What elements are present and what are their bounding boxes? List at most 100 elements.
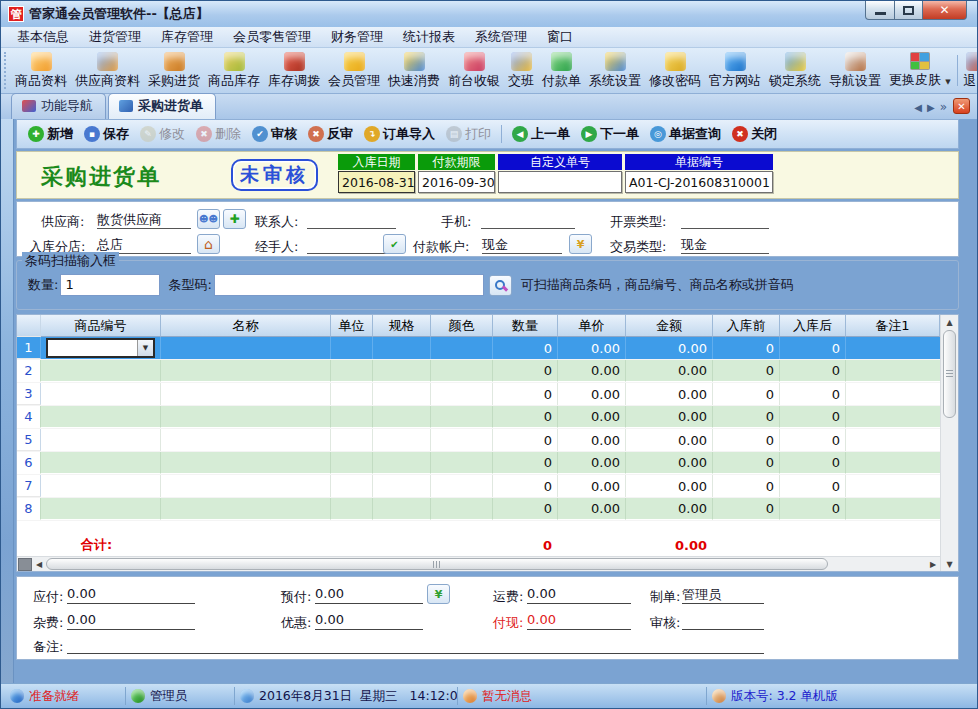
menu-系统管理[interactable]: 系统管理 — [465, 26, 537, 48]
toolbar-商品资料[interactable]: 商品资料 — [11, 49, 71, 92]
minimize-button[interactable] — [865, 1, 895, 20]
toolbar-快速消费[interactable]: 快速消费 — [384, 49, 444, 92]
toolbar-锁定系统[interactable]: 锁定系统 — [765, 49, 825, 92]
toolbar-退出[interactable]: 退出 — [960, 49, 977, 92]
scroll-right-icon[interactable]: ▶ — [926, 560, 940, 569]
invoice-type-field[interactable] — [681, 211, 769, 229]
grid-hscrollbar[interactable]: ◀ ▶ — [17, 556, 940, 571]
action-订单导入[interactable]: ↴订单导入 — [359, 122, 440, 146]
tab-close-button[interactable]: ✕ — [953, 98, 970, 114]
toolbar-更换皮肤[interactable]: 更换皮肤 ▼ — [885, 49, 955, 92]
doc-field-value[interactable]: A01-CJ-201608310001 — [625, 171, 773, 193]
qty-input[interactable]: 1 — [60, 274, 160, 296]
action-删除[interactable]: ✖删除 — [191, 122, 246, 146]
doc-field-value[interactable] — [498, 171, 622, 193]
scroll-left-icon[interactable]: ◀ — [32, 560, 46, 569]
grid-row-7[interactable]: 700.000.0000 — [17, 475, 940, 498]
grid-row-5[interactable]: 500.000.0000 — [17, 429, 940, 452]
doc-field-value[interactable]: 2016-08-31 — [338, 171, 415, 193]
grid-col-商品编号[interactable]: 商品编号 — [41, 315, 161, 337]
handler-select-button[interactable]: ✔ — [383, 234, 406, 254]
grid-row-6[interactable]: 600.000.0000 — [17, 452, 940, 475]
grid-col-名称[interactable]: 名称 — [161, 315, 331, 337]
grid-row-3[interactable]: 300.000.0000 — [17, 383, 940, 406]
action-上一单[interactable]: ◀上一单 — [507, 122, 575, 146]
toolbar-系统设置[interactable]: 系统设置 — [585, 49, 645, 92]
doc-field-value[interactable]: 2016-09-30 — [418, 171, 495, 193]
grid-col-单位[interactable]: 单位 — [331, 315, 373, 337]
toolbar-交班[interactable]: 交班 — [504, 49, 538, 92]
account-select-button[interactable]: ¥ — [569, 234, 592, 254]
menu-库存管理[interactable]: 库存管理 — [151, 26, 223, 48]
action-打印[interactable]: ▤打印 — [441, 122, 496, 146]
freight-value[interactable]: 0.00 — [527, 586, 631, 604]
tab-采购进货单[interactable]: 采购进货单 — [108, 93, 216, 119]
grid-col-入库前[interactable]: 入库前 — [713, 315, 780, 337]
menu-基本信息[interactable]: 基本信息 — [7, 26, 79, 48]
tab-scroll-right-icon[interactable]: ▶ — [927, 102, 935, 113]
close-button[interactable]: ✕ — [923, 1, 967, 20]
chevron-down-icon[interactable]: ▼ — [137, 340, 153, 356]
grid-col-金额[interactable]: 金额 — [626, 315, 713, 337]
remark-value[interactable] — [67, 636, 764, 654]
barcode-input[interactable] — [214, 274, 484, 296]
contact-field[interactable] — [307, 211, 396, 229]
supplier-add-button[interactable]: ✚ — [223, 209, 246, 229]
menu-财务管理[interactable]: 财务管理 — [321, 26, 393, 48]
toolbar-官方网站[interactable]: 官方网站 — [705, 49, 765, 92]
toolbar-修改密码[interactable]: 修改密码 — [645, 49, 705, 92]
action-修改[interactable]: ✎修改 — [135, 122, 190, 146]
menu-会员零售管理[interactable]: 会员零售管理 — [223, 26, 321, 48]
action-单据查询[interactable]: ◎单据查询 — [645, 122, 726, 146]
action-关闭[interactable]: ✖关闭 — [727, 122, 782, 146]
scroll-up-icon[interactable]: ▲ — [946, 315, 952, 329]
payable-value[interactable]: 0.00 — [67, 586, 195, 604]
toolbar-导航设置[interactable]: 导航设置 — [825, 49, 885, 92]
action-审核[interactable]: ✔审核 — [247, 122, 302, 146]
tab-more-icon[interactable]: » — [940, 100, 947, 114]
misc-value[interactable]: 0.00 — [67, 612, 195, 630]
tab-功能导航[interactable]: 功能导航 — [11, 93, 106, 119]
prepaid-value[interactable]: 0.00 — [315, 586, 423, 604]
grid-col-数量[interactable]: 数量 — [493, 315, 558, 337]
cash-value[interactable]: 0.00 — [527, 612, 631, 630]
action-保存[interactable]: ▪保存 — [79, 122, 134, 146]
grid-row-4[interactable]: 400.000.0000 — [17, 406, 940, 429]
grid-col-单价[interactable]: 单价 — [558, 315, 626, 337]
account-field[interactable]: 现金 — [482, 236, 562, 254]
store-select-button[interactable]: ⌂ — [197, 234, 220, 254]
toolbar-前台收银[interactable]: 前台收银 — [444, 49, 504, 92]
action-下一单[interactable]: ▶下一单 — [576, 122, 644, 146]
supplier-field[interactable]: 散货供应商 — [97, 211, 191, 229]
grid-col-规格[interactable]: 规格 — [373, 315, 431, 337]
trade-type-field[interactable]: 现金 — [681, 236, 769, 254]
grid-vscrollbar[interactable]: ▲ ▼ — [940, 315, 958, 571]
supplier-select-button[interactable]: ☻☻ — [197, 209, 220, 229]
action-反审[interactable]: ✖反审 — [303, 122, 358, 146]
grid-col-颜色[interactable]: 颜色 — [431, 315, 493, 337]
product-code-combo[interactable]: ▼ — [46, 338, 155, 358]
prepaid-button[interactable]: ¥ — [427, 584, 450, 604]
grid-row-2[interactable]: 200.000.0000 — [17, 360, 940, 383]
toolbar-采购进货[interactable]: 采购进货 — [144, 49, 204, 92]
menu-统计报表[interactable]: 统计报表 — [393, 26, 465, 48]
toolbar-商品库存[interactable]: 商品库存 — [204, 49, 264, 92]
left-splitter[interactable] — [1, 119, 14, 683]
grid-col-入库后[interactable]: 入库后 — [780, 315, 846, 337]
toolbar-会员管理[interactable]: 会员管理 — [324, 49, 384, 92]
grid-row-1[interactable]: 1▼00.000.0000 — [17, 337, 940, 360]
maximize-button[interactable] — [895, 1, 923, 20]
grid-row-8[interactable]: 800.000.0000 — [17, 498, 940, 521]
mobile-field[interactable] — [481, 211, 575, 229]
toolbar-库存调拨[interactable]: 库存调拨 — [264, 49, 324, 92]
barcode-search-button[interactable] — [489, 275, 512, 296]
tab-scroll-left-icon[interactable]: ◀ — [914, 102, 922, 113]
scroll-down-icon[interactable]: ▼ — [946, 557, 952, 571]
grid-col-备注1[interactable]: 备注1 — [846, 315, 940, 337]
action-新增[interactable]: ✚新增 — [23, 122, 78, 146]
menu-进货管理[interactable]: 进货管理 — [79, 26, 151, 48]
toolbar-付款单[interactable]: 付款单 — [538, 49, 585, 92]
discount-value[interactable]: 0.00 — [315, 612, 423, 630]
toolbar-供应商资料[interactable]: 供应商资料 — [71, 49, 144, 92]
menu-窗口[interactable]: 窗口 — [537, 26, 583, 48]
